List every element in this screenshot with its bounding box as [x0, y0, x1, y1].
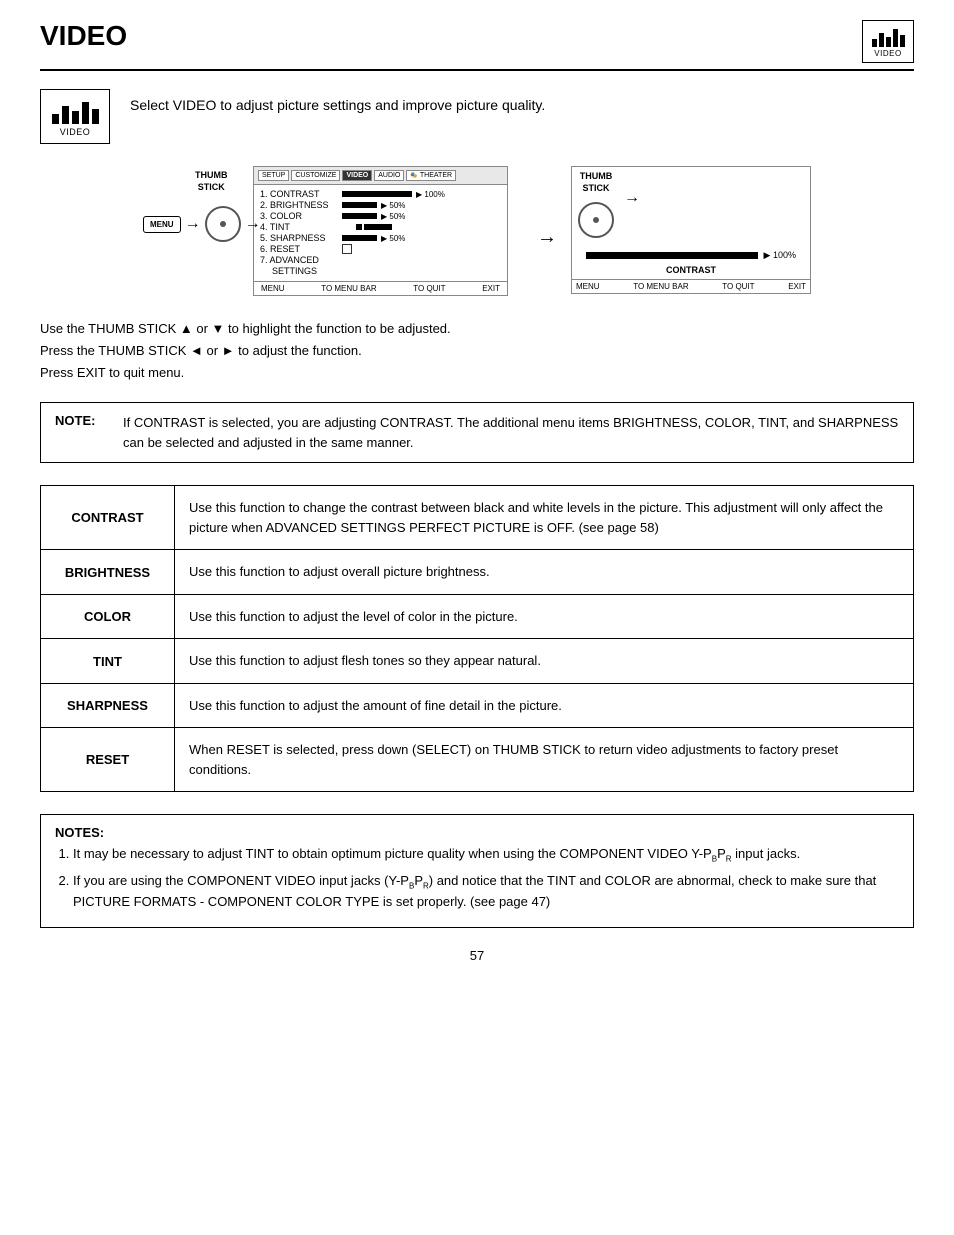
- page-title: VIDEO: [40, 20, 127, 52]
- notes-bottom-box: NOTES: It may be necessary to adjust TIN…: [40, 814, 914, 928]
- tab-audio: AUDIO: [374, 170, 404, 181]
- tab-setup: SETUP: [258, 170, 289, 181]
- instructions: Use the THUMB STICK ▲ or ▼ to highlight …: [40, 318, 914, 384]
- intro-text: Select VIDEO to adjust picture settings …: [130, 89, 545, 113]
- function-row-color: COLOR Use this function to adjust the le…: [40, 594, 914, 639]
- tab-customize: CUSTOMIZE: [291, 170, 340, 181]
- function-label-color: COLOR: [41, 595, 175, 639]
- function-row-tint: TINT Use this function to adjust flesh t…: [40, 638, 914, 683]
- instruction-2: Press the THUMB STICK ◄ or ► to adjust t…: [40, 340, 914, 362]
- note-text: If CONTRAST is selected, you are adjusti…: [123, 413, 899, 452]
- contrast-footer: MENU TO MENU BAR TO QUIT EXIT: [572, 279, 810, 293]
- function-label-brightness: BRIGHTNESS: [41, 550, 175, 594]
- left-menu-diagram: THUMBSTICK MENU → → SETUP CUSTOMIZE VIDE…: [143, 166, 523, 296]
- circle-control-left: [205, 206, 241, 242]
- menu-item-advanced: 7. ADVANCED: [260, 255, 501, 265]
- function-desc-sharpness: Use this function to adjust the amount o…: [175, 684, 576, 728]
- right-contrast-diagram: THUMBSTICK → ▶ 100% CONTRAST MENU TO MEN…: [571, 166, 811, 294]
- instruction-1: Use the THUMB STICK ▲ or ▼ to highlight …: [40, 318, 914, 340]
- function-label-tint: TINT: [41, 639, 175, 683]
- function-desc-color: Use this function to adjust the level of…: [175, 595, 532, 639]
- diagram-section: THUMBSTICK MENU → → SETUP CUSTOMIZE VIDE…: [40, 166, 914, 296]
- thumb-label-right: THUMBSTICK: [580, 171, 613, 194]
- intro-icon-label: VIDEO: [60, 127, 91, 137]
- function-rows: CONTRAST Use this function to change the…: [40, 485, 914, 792]
- contrast-bar-value: ▶ 100%: [764, 250, 796, 261]
- note-item-1: It may be necessary to adjust TINT to ob…: [73, 844, 899, 866]
- tab-theater: 🎭THEATER: [406, 170, 456, 181]
- center-arrow: →: [537, 226, 557, 249]
- function-desc-tint: Use this function to adjust flesh tones …: [175, 639, 555, 683]
- instruction-3: Press EXIT to quit menu.: [40, 362, 914, 384]
- notes-bottom-label: NOTES:: [55, 825, 104, 840]
- function-label-reset: RESET: [41, 728, 175, 791]
- function-desc-contrast: Use this function to change the contrast…: [175, 486, 913, 549]
- tab-video: VIDEO: [342, 170, 372, 181]
- contrast-bar-area: ▶ 100%: [572, 242, 810, 265]
- note-item-2: If you are using the COMPONENT VIDEO inp…: [73, 871, 899, 912]
- page-header: VIDEO VIDEO: [40, 20, 914, 71]
- function-row-brightness: BRIGHTNESS Use this function to adjust o…: [40, 549, 914, 594]
- circle-control-right: [578, 202, 614, 238]
- menu-box-left: SETUP CUSTOMIZE VIDEO AUDIO 🎭THEATER 1. …: [253, 166, 508, 296]
- thumb-label-left: THUMBSTICK: [195, 170, 228, 193]
- contrast-bar-label: CONTRAST: [572, 265, 810, 279]
- function-row-reset: RESET When RESET is selected, press down…: [40, 727, 914, 792]
- menu-item-contrast: 1. CONTRAST ▶ 100%: [260, 189, 501, 199]
- menu-items: 1. CONTRAST ▶ 100% 2. BRIGHTNESS ▶ 50% 3…: [254, 185, 507, 281]
- function-desc-reset: When RESET is selected, press down (SELE…: [175, 728, 913, 791]
- header-video-icon: VIDEO: [862, 20, 914, 63]
- menu-item-advanced-sub: SETTINGS: [260, 266, 501, 276]
- intro-icon-box: VIDEO: [40, 89, 110, 144]
- menu-item-brightness: 2. BRIGHTNESS ▶ 50%: [260, 200, 501, 210]
- function-label-contrast: CONTRAST: [41, 486, 175, 549]
- function-row-sharpness: SHARPNESS Use this function to adjust th…: [40, 683, 914, 728]
- menu-item-sharpness: 5. SHARPNESS ▶ 50%: [260, 233, 501, 243]
- menu-item-reset: 6. RESET: [260, 244, 501, 254]
- contrast-bar-fill: [586, 252, 758, 259]
- right-arrow: →: [624, 171, 640, 207]
- contrast-top: THUMBSTICK →: [572, 167, 810, 242]
- intro-icon-bars: [52, 96, 99, 124]
- menu-footer-left: MENU TO MENU BAR TO QUIT EXIT: [254, 281, 507, 295]
- page-number: 57: [40, 948, 914, 963]
- menu-topbar: SETUP CUSTOMIZE VIDEO AUDIO 🎭THEATER: [254, 167, 507, 185]
- function-row-contrast: CONTRAST Use this function to change the…: [40, 485, 914, 549]
- note-label: NOTE:: [55, 413, 107, 428]
- menu-item-color: 3. COLOR ▶ 50%: [260, 211, 501, 221]
- intro-section: VIDEO Select VIDEO to adjust picture set…: [40, 89, 914, 144]
- notes-list: It may be necessary to adjust TINT to ob…: [73, 844, 899, 912]
- function-label-sharpness: SHARPNESS: [41, 684, 175, 728]
- header-icon-bars: [872, 25, 905, 47]
- left-controls: MENU → →: [143, 206, 261, 242]
- header-icon-label: VIDEO: [874, 49, 901, 58]
- note-box: NOTE: If CONTRAST is selected, you are a…: [40, 402, 914, 463]
- function-desc-brightness: Use this function to adjust overall pict…: [175, 550, 504, 594]
- menu-button: MENU: [143, 216, 181, 233]
- menu-item-tint: 4. TINT: [260, 222, 501, 232]
